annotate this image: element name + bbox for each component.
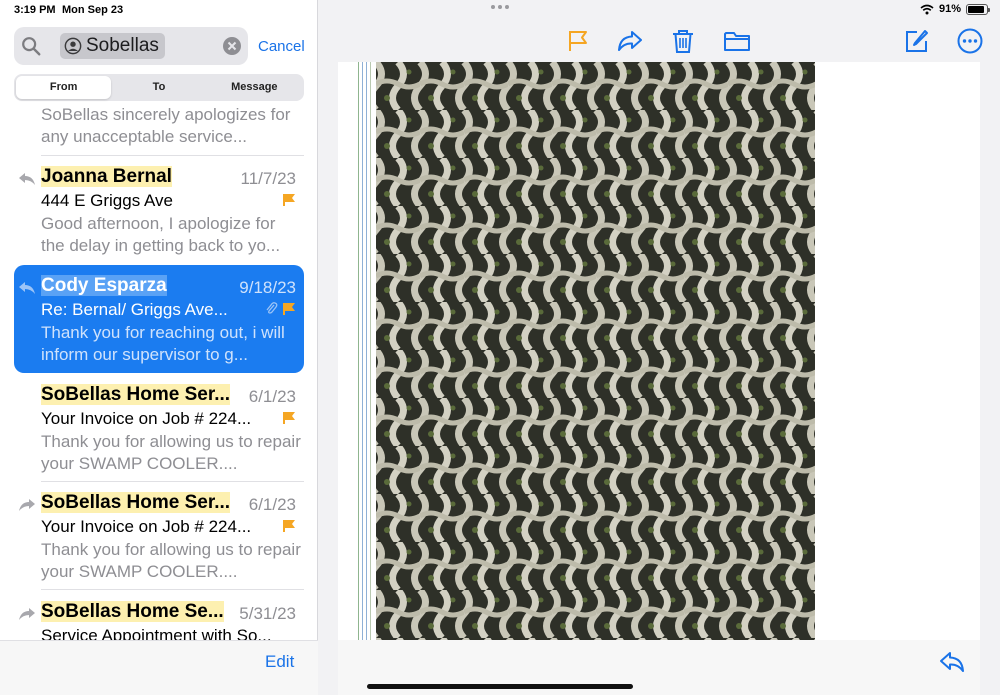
replied-icon xyxy=(19,173,35,185)
cooler-pad-image xyxy=(376,62,815,640)
battery-level xyxy=(968,5,985,13)
message-list: SoBellas sincerely apologizes for any un… xyxy=(0,108,318,640)
search-field[interactable]: Sobellas xyxy=(14,27,248,65)
forwarded-icon xyxy=(19,499,35,511)
quote-line xyxy=(370,62,371,640)
search-token[interactable]: Sobellas xyxy=(60,33,165,59)
message-date: 6/1/23 xyxy=(248,387,296,406)
flag-icon xyxy=(283,194,295,206)
attached-photo[interactable] xyxy=(376,62,815,640)
message-preview: Thank you for reaching out, i will infor… xyxy=(41,323,285,364)
search-scope-control: From To Message xyxy=(14,74,304,101)
message-preview: Good afternoon, I apologize for the dela… xyxy=(41,214,281,255)
message-subject: Your Invoice on Job # 224... xyxy=(41,409,252,428)
status-date: Mon Sep 23 xyxy=(62,4,124,16)
message-date: 11/7/23 xyxy=(240,169,296,188)
list-item[interactable]: SoBellas Home Ser... 6/1/23 Your Invoice… xyxy=(0,374,318,482)
flag-icon xyxy=(283,303,295,315)
multitasking-dots-icon[interactable] xyxy=(490,4,510,10)
ellipsis-circle-icon xyxy=(957,28,983,54)
message-detail-pane: 91% xyxy=(318,0,1000,695)
message-date: 6/1/23 xyxy=(248,495,296,514)
person-circle-icon xyxy=(64,37,82,55)
message-sender: Joanna Bernal xyxy=(41,166,172,187)
message-preview: Thank you for allowing us to repair your… xyxy=(41,540,301,581)
list-item[interactable]: Joanna Bernal 11/7/23 444 E Griggs Ave G… xyxy=(0,156,318,264)
message-subject: Your Invoice on Job # 224... xyxy=(41,517,252,536)
scope-to[interactable]: To xyxy=(111,76,206,99)
quote-line xyxy=(358,62,359,640)
sidebar-footer: Edit xyxy=(0,640,318,695)
search-token-label: Sobellas xyxy=(86,35,159,56)
list-item[interactable]: SoBellas Home Ser... 6/1/23 Your Invoice… xyxy=(0,482,318,590)
list-item[interactable]: SoBellas Home Se... 5/31/23 Service Appo… xyxy=(0,591,318,640)
trash-icon xyxy=(673,30,693,53)
home-indicator[interactable] xyxy=(367,684,633,689)
message-sender: SoBellas Home Ser... xyxy=(41,492,231,513)
more-button[interactable] xyxy=(956,27,984,55)
scope-from[interactable]: From xyxy=(16,76,112,99)
list-item-selected[interactable]: Cody Esparza 9/18/23 Re: Bernal/ Griggs … xyxy=(0,265,318,373)
move-to-folder-button[interactable] xyxy=(723,27,751,55)
message-date: 9/18/23 xyxy=(239,278,296,297)
message-date: 5/31/23 xyxy=(239,604,296,623)
compose-icon xyxy=(906,30,928,52)
forwarded-icon xyxy=(19,608,35,620)
message-subject: Re: Bernal/ Griggs Ave... xyxy=(41,300,228,319)
replied-icon xyxy=(19,282,35,294)
message-preview: SoBellas sincerely apologizes for any un… xyxy=(41,108,291,146)
trash-button[interactable] xyxy=(669,27,697,55)
message-preview: Thank you for allowing us to repair your… xyxy=(41,432,301,473)
list-item[interactable]: SoBellas sincerely apologizes for any un… xyxy=(0,108,318,156)
scope-message[interactable]: Message xyxy=(207,76,302,99)
reply-arrow-icon xyxy=(940,652,964,672)
message-sender: Cody Esparza xyxy=(41,275,167,296)
forward-arrow-icon xyxy=(618,31,642,51)
edit-button[interactable]: Edit xyxy=(265,652,294,672)
divider xyxy=(41,589,304,590)
message-body xyxy=(338,62,980,640)
message-sender: SoBellas Home Ser... xyxy=(41,384,231,405)
battery-icon xyxy=(966,3,990,15)
flag-icon xyxy=(283,520,295,532)
flag-outline-icon xyxy=(569,31,587,51)
search-icon xyxy=(22,37,41,56)
battery-percent: 91% xyxy=(938,3,961,15)
compose-button[interactable] xyxy=(903,27,931,55)
paperclip-icon xyxy=(266,302,278,314)
forward-button[interactable] xyxy=(616,27,644,55)
clear-search-icon[interactable] xyxy=(222,36,242,56)
mailbox-sidebar: 3:19 PM Mon Sep 23 Sobellas Cancel From … xyxy=(0,0,318,695)
flag-button[interactable] xyxy=(564,27,592,55)
message-sender: SoBellas Home Se... xyxy=(41,601,224,622)
reply-button[interactable] xyxy=(938,648,966,676)
quote-line xyxy=(366,62,367,640)
folder-icon xyxy=(724,32,750,51)
message-subject: Service Appointment with So... xyxy=(41,626,272,640)
wifi-icon xyxy=(920,4,934,14)
flag-icon xyxy=(283,412,295,424)
status-indicators: 91% xyxy=(920,3,990,15)
cancel-button[interactable]: Cancel xyxy=(258,38,305,55)
status-time: 3:19 PM xyxy=(14,4,56,16)
quote-line xyxy=(362,62,363,640)
message-subject: 444 E Griggs Ave xyxy=(41,191,173,210)
